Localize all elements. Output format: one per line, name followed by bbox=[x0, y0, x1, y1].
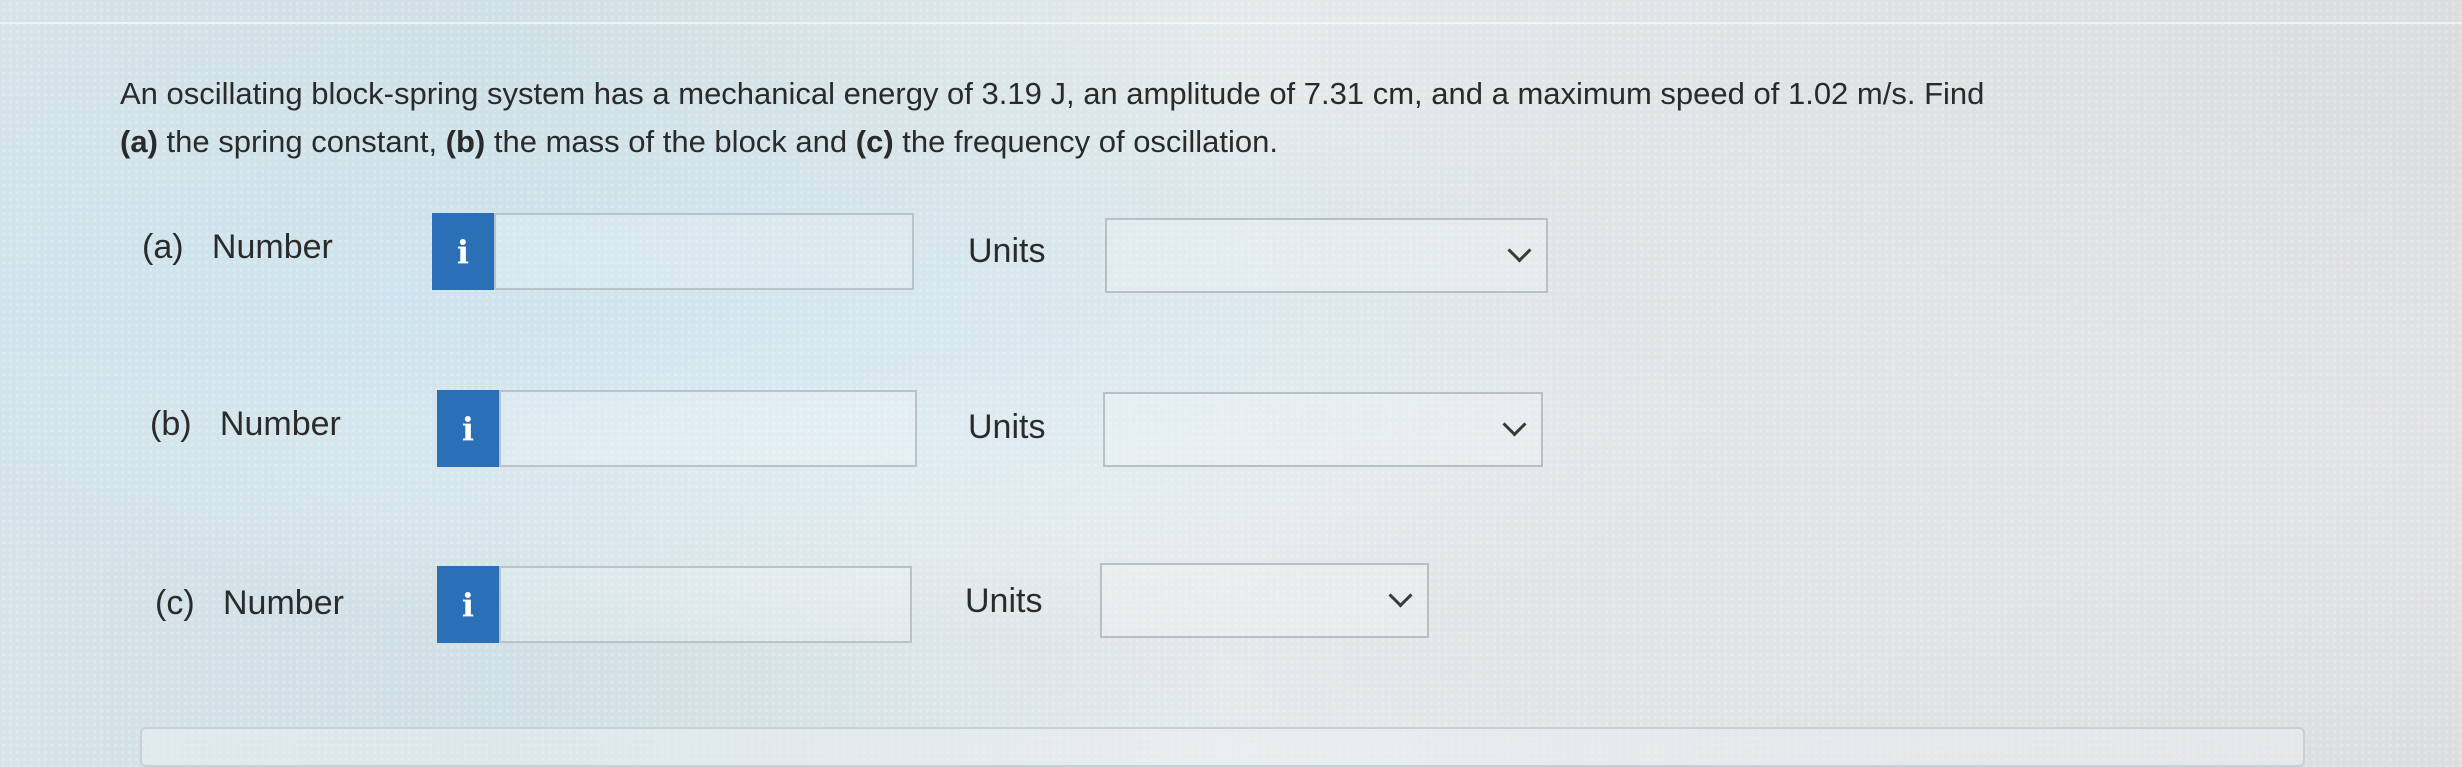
info-button-a[interactable]: i bbox=[432, 213, 494, 290]
question-text: An oscillating block-spring system has a… bbox=[120, 76, 1985, 159]
units-select-a[interactable] bbox=[1105, 218, 1548, 293]
info-button-c[interactable]: i bbox=[437, 566, 499, 643]
units-label-a: Units bbox=[968, 232, 1046, 270]
number-input-a[interactable] bbox=[494, 213, 914, 290]
number-input-c[interactable] bbox=[499, 566, 912, 643]
info-icon: i bbox=[456, 232, 470, 271]
units-label-c: Units bbox=[965, 582, 1043, 620]
part-b-tag: (b) bbox=[445, 124, 486, 159]
units-label-b: Units bbox=[968, 408, 1046, 446]
info-icon: i bbox=[461, 585, 475, 624]
part-c-label: (c) Number bbox=[155, 584, 344, 622]
part-b-label: (b) Number bbox=[150, 405, 341, 443]
next-section-panel bbox=[140, 727, 2305, 767]
info-icon: i bbox=[461, 409, 475, 448]
part-c-tag: (c) bbox=[855, 124, 894, 159]
part-a-tag: (a) bbox=[120, 124, 158, 159]
chevron-down-icon bbox=[1388, 583, 1413, 608]
part-a-label: (a) Number bbox=[142, 228, 333, 266]
units-select-c[interactable] bbox=[1100, 563, 1429, 638]
number-input-b[interactable] bbox=[499, 390, 917, 467]
top-divider bbox=[0, 22, 2462, 24]
info-button-b[interactable]: i bbox=[437, 390, 499, 467]
units-select-b[interactable] bbox=[1103, 392, 1543, 467]
chevron-down-icon bbox=[1507, 238, 1532, 263]
chevron-down-icon bbox=[1502, 412, 1527, 437]
